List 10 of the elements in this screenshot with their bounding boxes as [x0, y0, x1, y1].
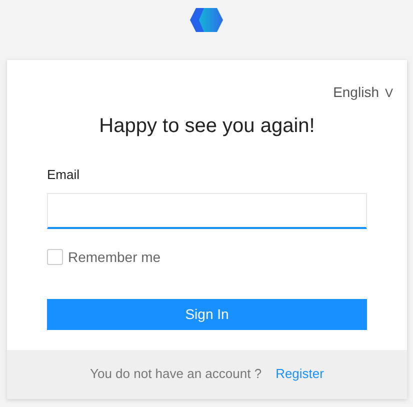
field-label: Email: [47, 166, 81, 184]
page-heading: Happy to see you again!: [98, 114, 316, 139]
language-dropdown[interactable]: English V: [333, 82, 393, 103]
checkbox[interactable]: [47, 249, 63, 265]
checkbox-label: Remember me: [68, 248, 161, 266]
email-field[interactable]: [47, 192, 367, 228]
register-link[interactable]: Register: [276, 364, 324, 384]
sign-in-button[interactable]: Sign In: [47, 298, 367, 330]
footer-text: You do not have an account ?: [90, 365, 262, 384]
logo-icon: [190, 8, 224, 32]
